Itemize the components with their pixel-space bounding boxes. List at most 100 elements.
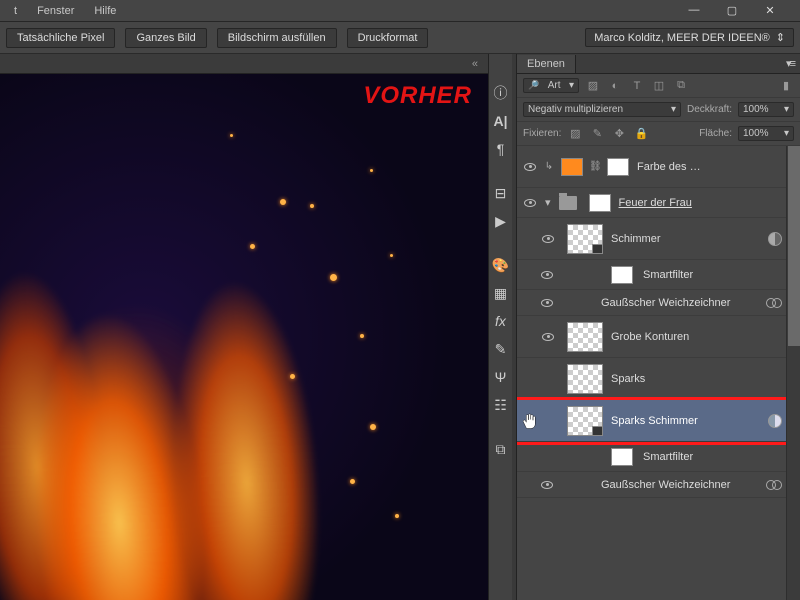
fit-screen-button[interactable]: Ganzes Bild bbox=[125, 28, 206, 48]
document-canvas[interactable]: VORHER bbox=[0, 74, 488, 600]
mask-thumb[interactable] bbox=[607, 158, 629, 176]
fill-screen-button[interactable]: Bildschirm ausfüllen bbox=[217, 28, 337, 48]
filter-pixel-icon[interactable]: ▨ bbox=[585, 78, 601, 94]
character-icon[interactable]: A| bbox=[492, 112, 510, 130]
smartfilter-header[interactable]: Smartfilter bbox=[517, 260, 800, 290]
lock-transparent-icon[interactable]: ▨ bbox=[567, 126, 583, 142]
layer-thumb[interactable] bbox=[567, 322, 603, 352]
visibility-toggle[interactable] bbox=[535, 333, 561, 341]
opacity-label: Deckkraft: bbox=[687, 104, 732, 115]
blend-options-icon[interactable] bbox=[766, 480, 782, 490]
lock-pixels-icon[interactable]: ✎ bbox=[589, 126, 605, 142]
properties-icon[interactable]: ☷ bbox=[492, 396, 510, 414]
lock-position-icon[interactable]: ✥ bbox=[611, 126, 627, 142]
filter-shape-icon[interactable]: ◫ bbox=[651, 78, 667, 94]
visibility-toggle[interactable] bbox=[517, 199, 543, 207]
opacity-combo[interactable]: 100%▾ bbox=[738, 102, 794, 117]
blend-options-icon[interactable] bbox=[766, 298, 782, 308]
filter-smart-icon[interactable]: ⧉ bbox=[673, 78, 689, 94]
scroll-thumb[interactable] bbox=[788, 146, 800, 346]
smartfilter-header-2[interactable]: Smartfilter bbox=[517, 442, 800, 472]
color-icon[interactable]: 🎨 bbox=[492, 256, 510, 274]
minimize-icon[interactable]: — bbox=[684, 4, 704, 17]
fill-combo[interactable]: 100%▾ bbox=[738, 126, 794, 141]
smart-indicator-icon[interactable] bbox=[768, 414, 782, 428]
spark bbox=[395, 514, 399, 518]
layer-name[interactable]: Grobe Konturen bbox=[611, 331, 689, 343]
blend-row: Negativ multiplizieren ▾ Deckkraft: 100%… bbox=[517, 98, 800, 122]
filter-mask-thumb[interactable] bbox=[611, 448, 633, 466]
paragraph-icon[interactable]: ¶ bbox=[492, 140, 510, 158]
fill-label: Fläche: bbox=[699, 128, 732, 139]
panel-dock-left: ⓘ A| ¶ ⊟ ▶ 🎨 ▦ fx ✎ Ψ ☷ ⧉ bbox=[488, 54, 512, 600]
brush-icon[interactable]: ✎ bbox=[492, 340, 510, 358]
filter-mask-thumb[interactable] bbox=[611, 266, 633, 284]
actual-pixels-button[interactable]: Tatsächliche Pixel bbox=[6, 28, 115, 48]
layer-row-grobe[interactable]: Grobe Konturen bbox=[517, 316, 800, 358]
play-icon[interactable]: ▶ bbox=[492, 212, 510, 230]
layer-name[interactable]: Farbe des … bbox=[637, 161, 701, 173]
panel-menu-icon[interactable]: ▾≡ bbox=[780, 57, 800, 70]
info-icon[interactable]: ⓘ bbox=[492, 84, 510, 102]
layers-tab[interactable]: Ebenen bbox=[517, 55, 576, 73]
usb-icon[interactable]: Ψ bbox=[492, 368, 510, 386]
layer-thumb[interactable] bbox=[567, 406, 603, 436]
blendmode-combo[interactable]: Negativ multiplizieren ▾ bbox=[523, 102, 681, 117]
canvas-area[interactable]: « VORHER bbox=[0, 54, 488, 600]
filter-type-icon[interactable]: T bbox=[629, 78, 645, 94]
layer-thumb[interactable] bbox=[567, 364, 603, 394]
before-label: VORHER bbox=[363, 82, 472, 110]
spark bbox=[280, 199, 286, 205]
menu-item-hilfe[interactable]: Hilfe bbox=[84, 2, 126, 20]
visibility-toggle[interactable] bbox=[541, 481, 563, 489]
styles-icon[interactable]: fx bbox=[492, 312, 510, 330]
filter-kind-combo[interactable]: 🔎 Art ▾ bbox=[523, 78, 579, 93]
workspace-switcher[interactable]: Marco Kolditz, MEER DER IDEEN® ⇕ bbox=[585, 28, 794, 47]
visibility-toggle[interactable] bbox=[535, 235, 561, 243]
menu-item-fenster[interactable]: Fenster bbox=[27, 2, 84, 20]
maximize-icon[interactable]: ▢ bbox=[722, 4, 742, 17]
spark bbox=[390, 254, 393, 257]
disclosure-down-icon[interactable]: ▾ bbox=[545, 196, 551, 209]
chevron-down-icon: ▾ bbox=[671, 104, 676, 115]
filter-toggle-icon[interactable]: ▮ bbox=[778, 78, 794, 94]
smartfilter-label: Smartfilter bbox=[643, 269, 693, 281]
updown-icon: ⇕ bbox=[776, 31, 785, 44]
filter-name[interactable]: Gaußscher Weichzeichner bbox=[601, 297, 730, 309]
layer-row-sparks[interactable]: Sparks bbox=[517, 358, 800, 400]
close-icon[interactable]: ✕ bbox=[760, 4, 780, 17]
layer-name[interactable]: Schimmer bbox=[611, 233, 661, 245]
layer-row-solidcolor[interactable]: ↳ ⛓ Farbe des … bbox=[517, 146, 800, 188]
print-size-button[interactable]: Druckformat bbox=[347, 28, 429, 48]
layer-list[interactable]: ↳ ⛓ Farbe des … ▾ Feuer der Frau Schimme… bbox=[517, 146, 800, 600]
hand-cursor-icon bbox=[521, 412, 539, 430]
collapse-icon[interactable]: « bbox=[472, 58, 478, 70]
layer-row-schimmer[interactable]: Schimmer bbox=[517, 218, 800, 260]
smart-indicator-icon[interactable] bbox=[768, 232, 782, 246]
swatches-icon[interactable]: ▦ bbox=[492, 284, 510, 302]
menu-item-0[interactable]: t bbox=[4, 2, 27, 20]
mask-thumb[interactable] bbox=[589, 194, 611, 212]
menubar[interactable]: t Fenster Hilfe — ▢ ✕ bbox=[0, 0, 800, 22]
smartfilter-gaussian-2[interactable]: Gaußscher Weichzeichner bbox=[517, 472, 800, 498]
lock-all-icon[interactable]: 🔒 bbox=[633, 126, 649, 142]
layer-thumb[interactable] bbox=[567, 224, 603, 254]
layer-name[interactable]: Feuer der Frau bbox=[619, 197, 692, 209]
spark bbox=[350, 479, 355, 484]
layer-thumb[interactable] bbox=[561, 158, 583, 176]
layer-row-group-feuer[interactable]: ▾ Feuer der Frau bbox=[517, 188, 800, 218]
layer-name[interactable]: Sparks bbox=[611, 373, 645, 385]
layer-name[interactable]: Sparks Schimmer bbox=[611, 415, 698, 427]
visibility-toggle[interactable] bbox=[541, 271, 565, 279]
cube-icon[interactable]: ⧉ bbox=[492, 440, 510, 458]
layer-row-sparks-schimmer[interactable]: Sparks Schimmer bbox=[517, 400, 800, 442]
fill-value: 100% bbox=[743, 128, 769, 139]
scrollbar[interactable] bbox=[786, 146, 800, 600]
smartfilter-gaussian[interactable]: Gaußscher Weichzeichner bbox=[517, 290, 800, 316]
filter-adjust-icon[interactable]: ◐ bbox=[607, 78, 623, 94]
visibility-toggle[interactable] bbox=[517, 163, 543, 171]
filter-name[interactable]: Gaußscher Weichzeichner bbox=[601, 479, 730, 491]
visibility-toggle[interactable] bbox=[541, 299, 563, 307]
spark bbox=[330, 274, 337, 281]
transform-icon[interactable]: ⊟ bbox=[492, 184, 510, 202]
